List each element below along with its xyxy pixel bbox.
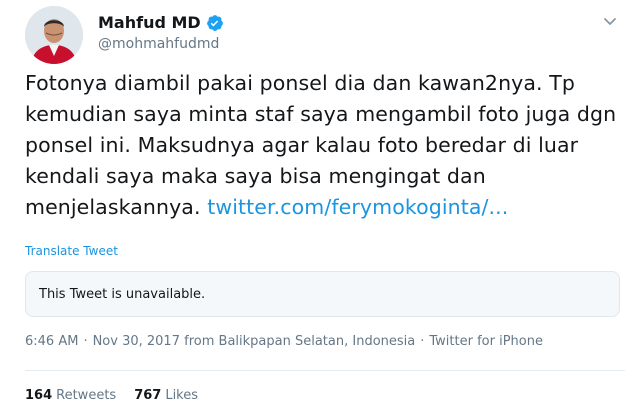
- tweet-location-link[interactable]: Balikpapan Selatan, Indonesia: [219, 334, 416, 349]
- tweet-meta: 6:46 AM · Nov 30, 2017 from Balikpapan Sel…: [25, 334, 543, 349]
- tweet-card: Mahfud MD @mohmahfudmd Fotonya diambil p…: [0, 0, 640, 412]
- divider: [25, 370, 625, 371]
- tweet-link[interactable]: twitter.com/ferymokoginta/...: [207, 195, 508, 219]
- quoted-tweet-message: This Tweet is unavailable.: [39, 286, 206, 302]
- likes-stat[interactable]: 767 Likes: [134, 388, 198, 403]
- meta-separator: ·: [83, 334, 88, 349]
- meta-from-label: from: [184, 334, 215, 349]
- display-name[interactable]: Mahfud MD: [98, 13, 201, 32]
- tweet-timestamp-time[interactable]: 6:46 AM: [25, 334, 78, 349]
- avatar-image: [25, 6, 83, 64]
- meta-separator-2: ·: [420, 334, 425, 349]
- user-handle[interactable]: @mohmahfudmd: [98, 36, 219, 52]
- tweet-timestamp-date[interactable]: Nov 30, 2017: [93, 334, 180, 349]
- retweets-count: 164: [25, 388, 53, 403]
- name-row: Mahfud MD: [98, 13, 224, 32]
- tweet-text: Fotonya diambil pakai ponsel dia dan kaw…: [25, 68, 625, 223]
- verified-badge-icon: [206, 14, 224, 32]
- translate-tweet-link[interactable]: Translate Tweet: [25, 244, 118, 258]
- tweet-stats: 164 Retweets 767 Likes: [25, 388, 198, 403]
- chevron-down-icon[interactable]: [600, 11, 620, 31]
- likes-label: Likes: [165, 388, 199, 403]
- avatar[interactable]: [25, 6, 83, 64]
- likes-count: 767: [134, 388, 162, 403]
- retweets-label: Retweets: [56, 388, 117, 403]
- quoted-tweet-unavailable: This Tweet is unavailable.: [25, 271, 620, 317]
- tweet-source-link[interactable]: Twitter for iPhone: [429, 334, 543, 349]
- retweets-stat[interactable]: 164 Retweets: [25, 388, 116, 403]
